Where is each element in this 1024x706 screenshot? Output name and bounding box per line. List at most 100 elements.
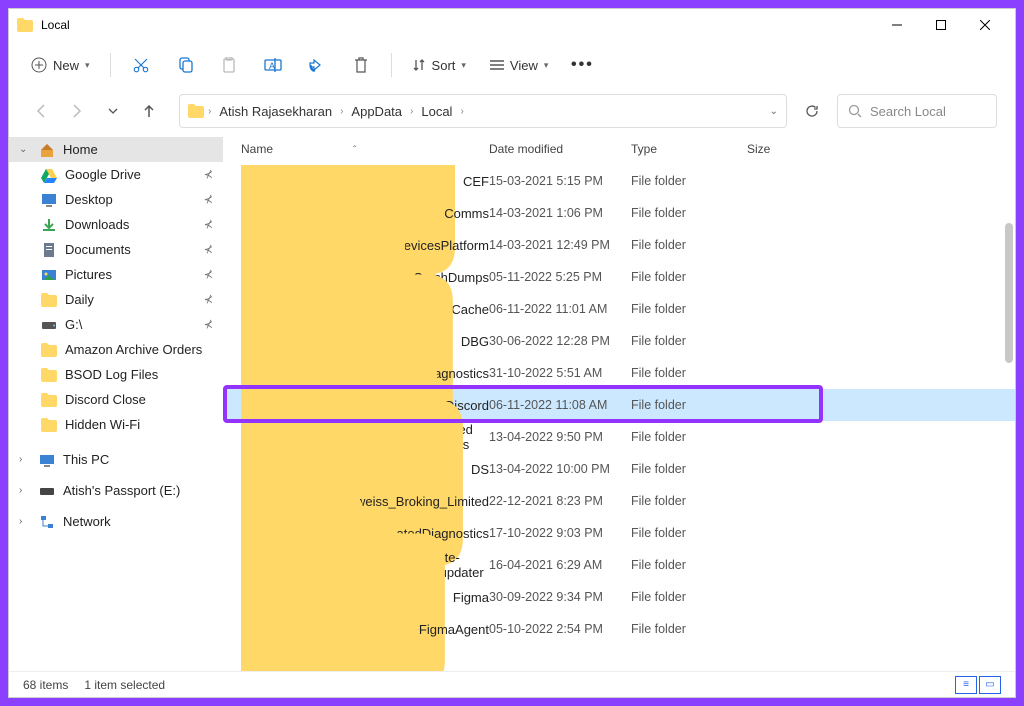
share-icon <box>309 57 325 73</box>
sidebar-item[interactable]: G:\⊀ <box>9 312 223 337</box>
chevron-down-icon[interactable]: ⌄ <box>770 106 778 117</box>
sidebar-label: Daily <box>65 292 94 307</box>
pin-icon: ⊀ <box>204 268 213 281</box>
pin-icon: ⊀ <box>204 293 213 306</box>
selection-count: 1 item selected <box>84 678 165 692</box>
file-type: File folder <box>631 334 747 348</box>
file-date: 13-04-2022 10:00 PM <box>489 462 631 476</box>
new-button[interactable]: New ▾ <box>21 51 100 79</box>
search-input[interactable]: Search Local <box>837 94 997 128</box>
column-name[interactable]: Nameˆ <box>241 142 489 156</box>
rename-icon: A <box>264 57 282 73</box>
folder-icon <box>188 104 204 118</box>
view-button[interactable]: View ▾ <box>480 52 558 79</box>
status-bar: 68 items 1 item selected ≡ ▭ <box>9 671 1015 697</box>
delete-button[interactable] <box>341 47 381 83</box>
column-size[interactable]: Size <box>747 142 827 156</box>
sidebar-item[interactable]: Desktop⊀ <box>9 187 223 212</box>
address-bar[interactable]: › Atish Rajasekharan › AppData › Local ›… <box>179 94 787 128</box>
sidebar-item[interactable]: Hidden Wi-Fi <box>9 412 223 437</box>
sidebar-item[interactable]: Google Drive ⊀ <box>9 162 223 187</box>
chevron-right-icon: › <box>19 485 31 496</box>
sidebar-home[interactable]: ⌄ Home <box>9 137 223 162</box>
sidebar-label: Amazon Archive Orders <box>65 342 202 357</box>
folder-icon <box>17 17 33 33</box>
file-date: 30-06-2022 12:28 PM <box>489 334 631 348</box>
more-button[interactable]: ••• <box>562 47 602 83</box>
pin-icon: ⊀ <box>204 218 213 231</box>
breadcrumb-item[interactable]: Local <box>417 102 456 121</box>
breadcrumb-item[interactable]: AppData <box>347 102 406 121</box>
sort-label: Sort <box>432 58 456 73</box>
sidebar-item[interactable]: Daily ⊀ <box>9 287 223 312</box>
file-list[interactable]: CEF15-03-2021 5:15 PMFile folderComms14-… <box>223 165 1015 671</box>
scrollbar[interactable] <box>1005 223 1013 363</box>
sidebar-thispc[interactable]: › This PC <box>9 447 223 472</box>
file-type: File folder <box>631 462 747 476</box>
trash-icon <box>354 57 368 73</box>
pin-icon: ⊀ <box>204 168 213 181</box>
sidebar-label: Google Drive <box>65 167 141 182</box>
minimize-button[interactable] <box>875 10 919 40</box>
file-type: File folder <box>631 238 747 252</box>
file-date: 31-10-2022 5:51 AM <box>489 366 631 380</box>
rename-button[interactable]: A <box>253 47 293 83</box>
chevron-right-icon: › <box>208 106 211 117</box>
titlebar: Local <box>9 9 1015 41</box>
pin-icon: ⊀ <box>204 318 213 331</box>
column-type[interactable]: Type <box>631 142 747 156</box>
pin-icon: ⊀ <box>204 243 213 256</box>
chevron-right-icon: › <box>19 516 31 527</box>
sidebar-label: Pictures <box>65 267 112 282</box>
sidebar-network[interactable]: › Network <box>9 509 223 534</box>
search-icon <box>848 104 862 118</box>
file-type: File folder <box>631 558 747 572</box>
paste-button[interactable] <box>209 47 249 83</box>
ellipsis-icon: ••• <box>571 56 594 74</box>
sidebar-item[interactable]: BSOD Log Files <box>9 362 223 387</box>
view-mode-buttons: ≡ ▭ <box>955 676 1001 694</box>
breadcrumb-item[interactable]: Atish Rajasekharan <box>215 102 336 121</box>
file-date: 06-11-2022 11:01 AM <box>489 302 631 316</box>
sidebar-item[interactable]: Amazon Archive Orders <box>9 337 223 362</box>
back-button[interactable] <box>27 97 55 125</box>
sort-asc-icon: ˆ <box>353 145 356 156</box>
nav-row: › Atish Rajasekharan › AppData › Local ›… <box>9 89 1015 133</box>
nav-sidebar: ⌄ Home Google Drive ⊀ Desktop⊀Downloads⊀Do… <box>9 133 223 671</box>
pc-icon <box>39 452 55 468</box>
refresh-button[interactable] <box>795 94 829 128</box>
sidebar-passport[interactable]: › Atish's Passport (E:) <box>9 478 223 503</box>
sidebar-item[interactable]: Downloads⊀ <box>9 212 223 237</box>
home-icon <box>39 142 55 158</box>
sidebar-item[interactable]: Documents⊀ <box>9 237 223 262</box>
column-date[interactable]: Date modified <box>489 142 631 156</box>
cut-button[interactable] <box>121 47 161 83</box>
chevron-right-icon: › <box>460 106 463 117</box>
file-date: 06-11-2022 11:08 AM <box>489 398 631 412</box>
main-pane: Nameˆ Date modified Type Size CEF15-03-2… <box>223 133 1015 671</box>
details-view-button[interactable]: ≡ <box>955 676 977 694</box>
close-button[interactable] <box>963 10 1007 40</box>
copy-button[interactable] <box>165 47 205 83</box>
forward-button[interactable] <box>63 97 91 125</box>
sort-icon <box>412 58 426 72</box>
file-date: 14-03-2021 12:49 PM <box>489 238 631 252</box>
toolbar: New ▾ A Sort ▾ View ▾ ••• <box>9 41 1015 89</box>
file-type: File folder <box>631 270 747 284</box>
file-type: File folder <box>631 622 747 636</box>
thumbnails-view-button[interactable]: ▭ <box>979 676 1001 694</box>
sort-button[interactable]: Sort ▾ <box>402 52 476 79</box>
chevron-down-icon: ⌄ <box>19 144 31 155</box>
file-date: 05-11-2022 5:25 PM <box>489 270 631 284</box>
new-label: New <box>53 58 79 73</box>
sidebar-label: Atish's Passport (E:) <box>63 483 180 498</box>
recent-dropdown[interactable] <box>99 97 127 125</box>
sidebar-item[interactable]: Discord Close <box>9 387 223 412</box>
copy-icon <box>177 57 193 73</box>
sidebar-item[interactable]: Pictures ⊀ <box>9 262 223 287</box>
maximize-button[interactable] <box>919 10 963 40</box>
file-date: 16-04-2021 6:29 AM <box>489 558 631 572</box>
up-button[interactable] <box>135 97 163 125</box>
file-row[interactable]: FigmaAgent05-10-2022 2:54 PMFile folder <box>223 613 1015 645</box>
share-button[interactable] <box>297 47 337 83</box>
